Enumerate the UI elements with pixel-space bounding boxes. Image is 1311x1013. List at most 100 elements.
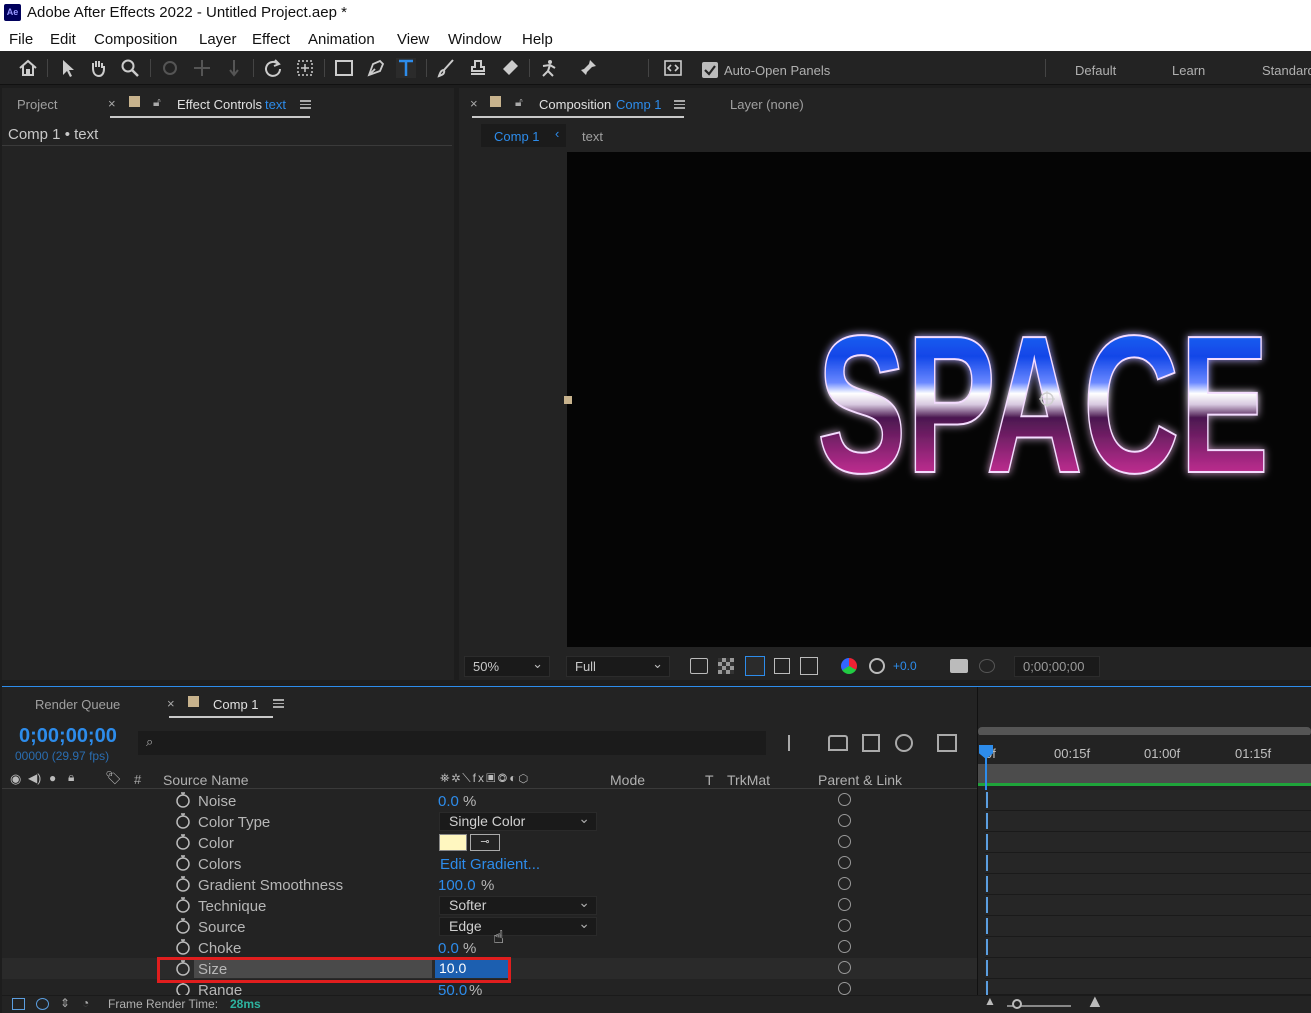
menu-composition[interactable]: Composition xyxy=(94,31,177,48)
close-icon[interactable]: × xyxy=(108,96,116,111)
pick-whip-icon[interactable] xyxy=(838,940,851,953)
stopwatch-icon[interactable] xyxy=(175,855,191,871)
transfer-controls-icon[interactable]: ⇕ xyxy=(60,996,70,1010)
transparency-grid-icon[interactable] xyxy=(718,658,734,674)
time-ruler[interactable]: 0f 00:15f 01:00f 01:15f xyxy=(978,735,1311,765)
composition-viewer[interactable]: SPACE xyxy=(567,152,1311,647)
current-time-display[interactable]: 0;00;00;00 xyxy=(19,725,117,748)
property-value[interactable]: 0.0 xyxy=(438,793,459,810)
panel-menu-icon[interactable] xyxy=(300,100,311,109)
pick-whip-icon[interactable] xyxy=(838,919,851,932)
menu-effect[interactable]: Effect xyxy=(252,31,290,48)
auto-open-checkbox[interactable] xyxy=(702,62,718,78)
stopwatch-icon[interactable] xyxy=(175,792,191,808)
workspace-learn[interactable]: Learn xyxy=(1172,63,1205,78)
pick-whip-icon[interactable] xyxy=(838,898,851,911)
layer-switches-icon[interactable] xyxy=(36,998,49,1010)
stopwatch-icon[interactable] xyxy=(175,876,191,892)
layer-duration-bar[interactable] xyxy=(978,764,1311,786)
workspace-standard[interactable]: Standard xyxy=(1262,63,1311,78)
clone-stamp-tool-icon[interactable] xyxy=(468,58,488,78)
property-value[interactable]: 50.0 xyxy=(438,982,467,995)
source-name-header[interactable]: Source Name xyxy=(163,772,249,788)
tab-layer[interactable]: Layer (none) xyxy=(730,97,804,112)
home-icon[interactable] xyxy=(18,58,38,78)
comp-button-icon[interactable] xyxy=(12,998,25,1010)
reset-exposure-icon[interactable] xyxy=(869,658,885,674)
stopwatch-icon[interactable] xyxy=(175,918,191,934)
technique-dropdown[interactable]: Softer xyxy=(439,894,597,915)
hand-tool-icon[interactable] xyxy=(88,58,108,78)
channel-icon[interactable] xyxy=(841,658,857,674)
show-snapshot-icon[interactable] xyxy=(979,659,995,673)
effect-controls-target[interactable]: text xyxy=(265,97,286,112)
rotation-tool-icon[interactable] xyxy=(263,58,283,78)
nav-comp[interactable]: Comp 1 xyxy=(494,129,540,144)
composition-target[interactable]: Comp 1 xyxy=(616,97,662,112)
snapshot-camera-icon[interactable] xyxy=(950,659,968,673)
audio-icon[interactable]: ◀) xyxy=(28,771,41,785)
solo-icon[interactable]: ● xyxy=(49,771,56,785)
panel-menu-icon[interactable] xyxy=(273,699,284,708)
tab-comp[interactable]: Comp 1 xyxy=(213,697,259,712)
orbit-camera-icon[interactable] xyxy=(160,58,180,78)
eye-icon[interactable]: ◉ xyxy=(10,771,21,787)
pick-whip-icon[interactable] xyxy=(838,877,851,890)
menu-view[interactable]: View xyxy=(397,31,429,48)
pick-whip-icon[interactable] xyxy=(838,814,851,827)
pick-whip-icon[interactable] xyxy=(838,982,851,995)
pick-whip-icon[interactable] xyxy=(838,835,851,848)
rectangle-tool-icon[interactable] xyxy=(334,58,354,78)
zoom-slider-handle[interactable] xyxy=(1012,999,1022,1009)
comp-nav-active[interactable]: Comp 1 ‹ xyxy=(481,124,566,147)
menu-help[interactable]: Help xyxy=(522,31,553,48)
brush-tool-icon[interactable] xyxy=(436,58,456,78)
label-tag-icon[interactable]: 🏷︎ xyxy=(105,770,122,786)
property-row-color-type[interactable]: Color Type Single Color xyxy=(2,810,977,832)
property-row-color[interactable]: Color ⊸ xyxy=(2,832,977,853)
lock-icon[interactable]: 🔒︎ xyxy=(68,770,74,785)
pick-whip-icon[interactable] xyxy=(838,961,851,974)
mask-visibility-icon[interactable] xyxy=(745,656,765,676)
menu-layer[interactable]: Layer xyxy=(199,31,237,48)
tab-composition[interactable]: Composition xyxy=(539,97,611,112)
region-of-interest-icon[interactable] xyxy=(774,658,790,674)
zoom-dropdown[interactable]: 50% xyxy=(464,656,550,677)
fast-preview-icon[interactable] xyxy=(690,658,708,674)
tab-project[interactable]: Project xyxy=(17,97,57,112)
pick-whip-icon[interactable] xyxy=(838,793,851,806)
puppet-pin-tool-icon[interactable] xyxy=(578,58,598,78)
stopwatch-icon[interactable] xyxy=(175,834,191,850)
roto-brush-tool-icon[interactable] xyxy=(539,58,559,78)
source-dropdown[interactable]: Edge xyxy=(439,915,597,936)
property-row-gradient-smoothness[interactable]: Gradient Smoothness 100.0 % xyxy=(2,874,977,895)
type-tool-icon[interactable] xyxy=(396,58,416,78)
nav-layer[interactable]: text xyxy=(582,129,603,144)
graph-editor-icon[interactable] xyxy=(937,734,957,752)
eraser-tool-icon[interactable] xyxy=(500,58,520,78)
viewer-timecode[interactable]: 0;00;00;00 xyxy=(1014,656,1100,677)
resolution-dropdown[interactable]: Full xyxy=(566,656,670,677)
workspace-default[interactable]: Default xyxy=(1075,63,1116,78)
close-icon[interactable]: × xyxy=(167,696,175,711)
eyedropper-icon[interactable]: ⊸ xyxy=(470,834,500,851)
zoom-in-icon[interactable]: ▲ xyxy=(1086,991,1104,1012)
zoom-out-icon[interactable]: ▲ xyxy=(984,994,996,1008)
switches-icons[interactable]: ⛯✲⟍fx▣◎◐⬡ xyxy=(440,771,530,786)
tab-render-queue[interactable]: Render Queue xyxy=(35,697,120,712)
property-value[interactable]: 100.0 xyxy=(438,877,476,894)
property-row-source[interactable]: Source Edge xyxy=(2,915,977,937)
render-time-icon[interactable]: ◔ xyxy=(82,996,89,1010)
menu-window[interactable]: Window xyxy=(448,31,501,48)
search-input[interactable]: ⌕ xyxy=(138,731,766,755)
composition-mini-flowchart-icon[interactable] xyxy=(788,735,806,751)
motion-blur-icon[interactable] xyxy=(895,734,913,752)
tab-effect-controls[interactable]: Effect Controls xyxy=(177,97,262,112)
property-row-technique[interactable]: Technique Softer xyxy=(2,894,977,916)
panel-menu-icon[interactable] xyxy=(674,100,685,109)
stopwatch-icon[interactable] xyxy=(175,981,191,995)
lock-icon[interactable]: 🔓︎ xyxy=(153,95,161,110)
selection-tool-icon[interactable] xyxy=(58,58,78,78)
close-icon[interactable]: × xyxy=(470,96,478,111)
panel-toggle-icon[interactable] xyxy=(663,58,683,78)
